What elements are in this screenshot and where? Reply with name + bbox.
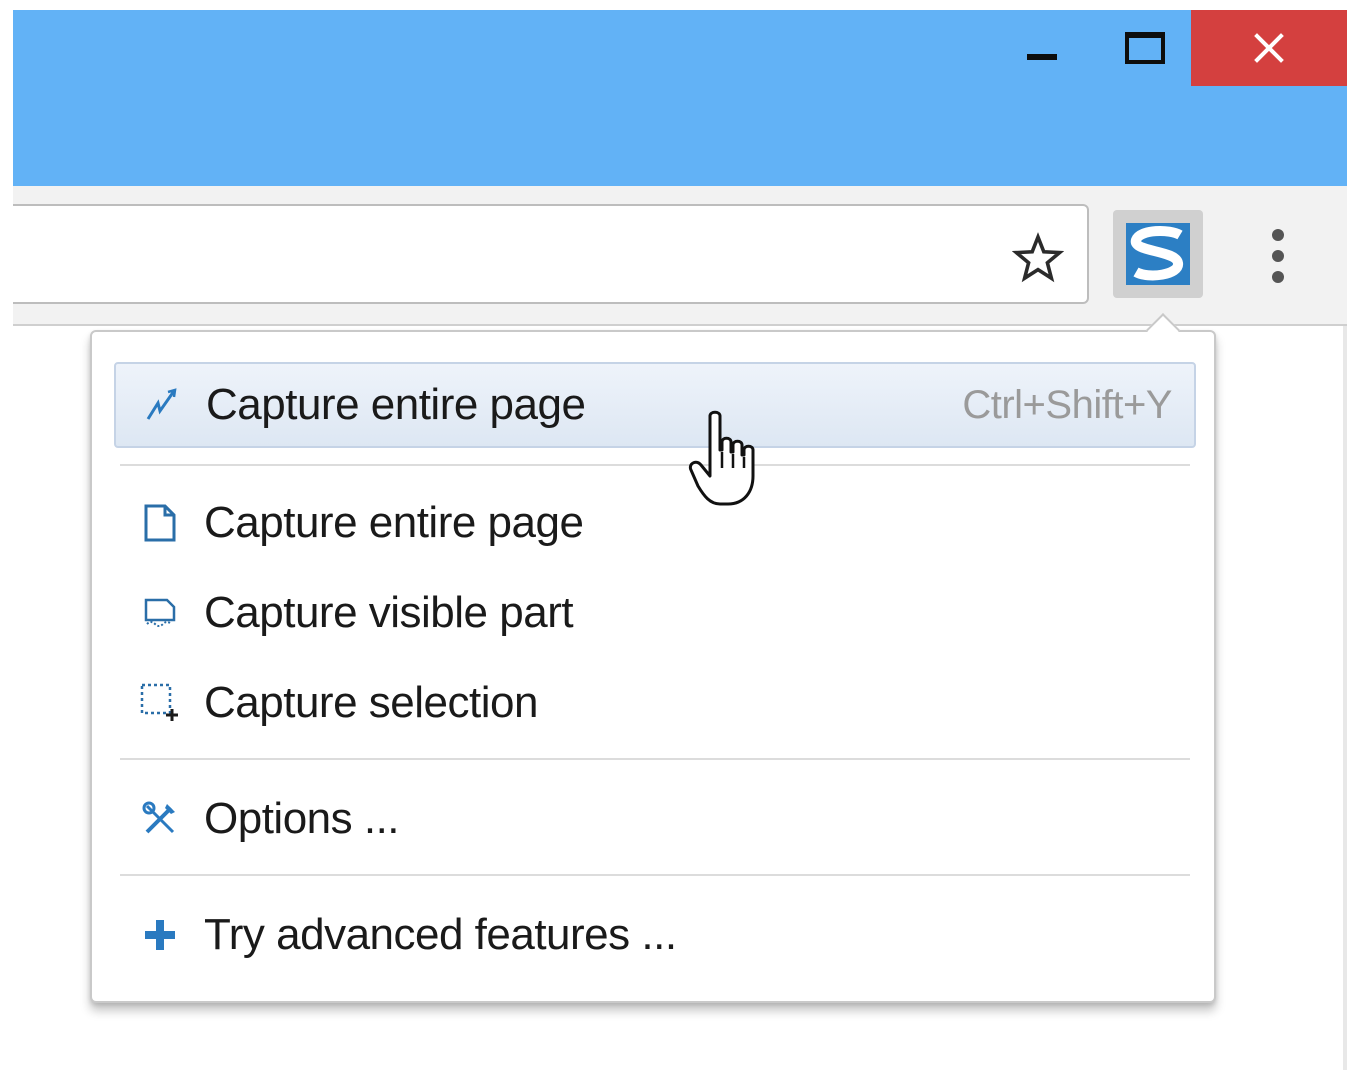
menu-item-label: Capture selection: [204, 678, 538, 727]
menu-item-label: Options ...: [204, 794, 400, 843]
selection-icon: [140, 683, 180, 723]
bookmark-star-button[interactable]: [1008, 228, 1068, 288]
menu-item-try-advanced-features[interactable]: Try advanced features ...: [114, 892, 1196, 978]
menu-item-label: Capture entire page: [206, 380, 586, 429]
maximize-icon: [1125, 32, 1165, 64]
menu-item-capture-entire-page-shortcut[interactable]: Capture entire page Ctrl+Shift+Y: [114, 362, 1196, 448]
star-icon: [1012, 232, 1064, 283]
extension-letter: S: [1126, 223, 1137, 227]
address-bar[interactable]: [13, 204, 1089, 304]
capture-entire-page-quick-icon: [142, 385, 182, 425]
page-icon: [140, 503, 180, 543]
screenshot-extension-button[interactable]: S: [1113, 210, 1203, 298]
more-menu-button[interactable]: [1253, 216, 1303, 296]
menu-item-label: Capture entire page: [204, 498, 584, 547]
menu-separator: [120, 874, 1190, 876]
tools-icon: [140, 799, 180, 839]
hand-cursor-icon: [688, 410, 760, 513]
browser-toolbar: S: [13, 186, 1347, 326]
minimize-button[interactable]: [1010, 10, 1074, 86]
maximize-button[interactable]: [1110, 10, 1180, 86]
menu-separator: [120, 464, 1190, 466]
close-icon: [1254, 33, 1284, 63]
menu-separator: [120, 758, 1190, 760]
menu-item-label: Try advanced features ...: [204, 910, 677, 959]
window-edge: [1343, 326, 1347, 1070]
close-button[interactable]: [1191, 10, 1347, 86]
visible-part-icon: [140, 593, 180, 633]
window-titlebar: [13, 10, 1347, 186]
menu-item-capture-visible-part[interactable]: Capture visible part: [114, 570, 1196, 656]
extension-popup-menu: Capture entire page Ctrl+Shift+Y Capture…: [90, 330, 1216, 1003]
menu-item-options[interactable]: Options ...: [114, 776, 1196, 862]
menu-item-capture-selection[interactable]: Capture selection: [114, 660, 1196, 746]
menu-item-shortcut: Ctrl+Shift+Y: [962, 382, 1172, 427]
more-vert-icon: [1272, 229, 1284, 283]
menu-item-label: Capture visible part: [204, 588, 574, 637]
minimize-icon: [1027, 54, 1057, 60]
menu-item-capture-entire-page[interactable]: Capture entire page: [114, 480, 1196, 566]
plus-icon: [140, 915, 180, 955]
screenshot-extension-icon: S: [1126, 223, 1190, 285]
